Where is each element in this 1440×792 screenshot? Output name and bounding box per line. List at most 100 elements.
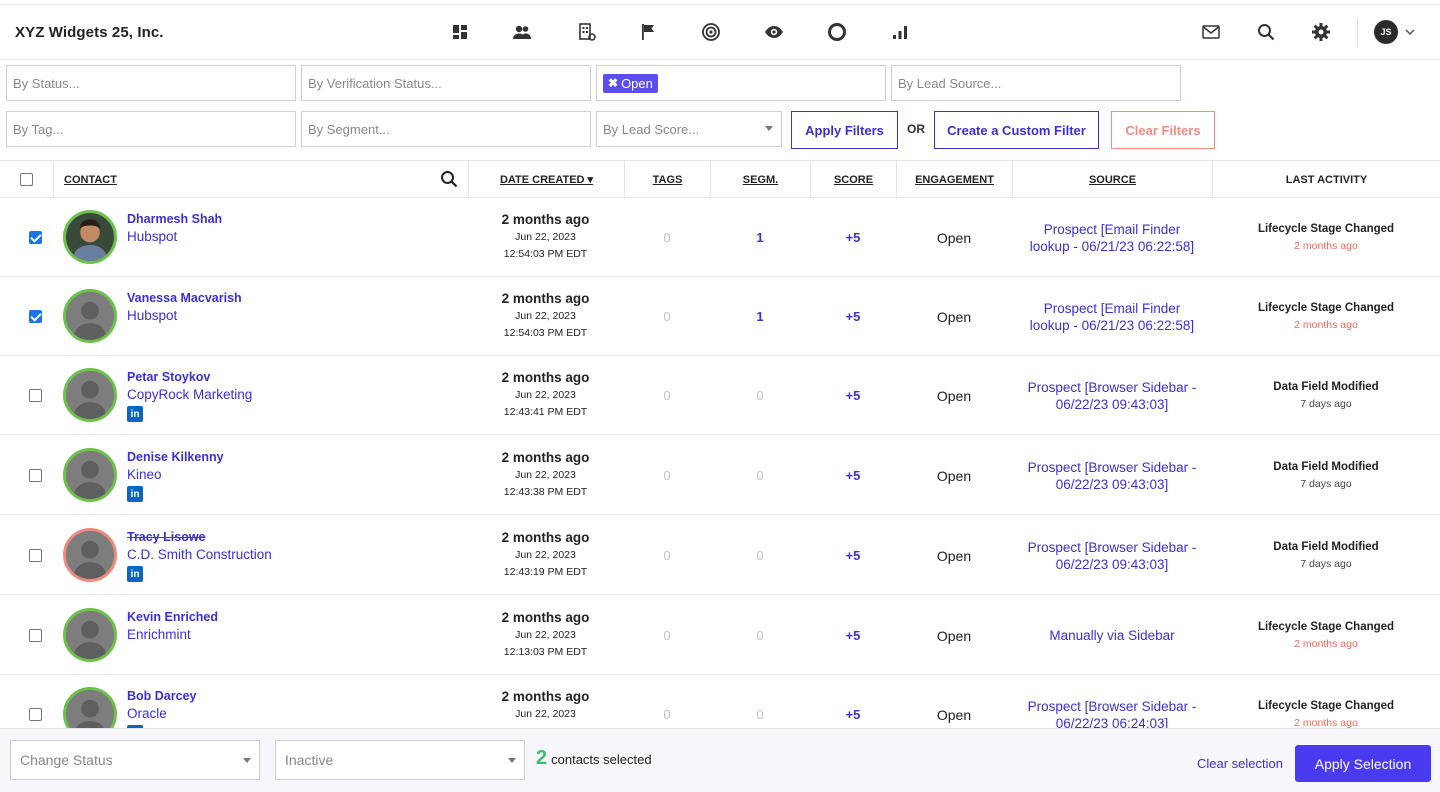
reports-bar-icon[interactable] (887, 19, 913, 45)
tag-filter-input[interactable]: By Tag... (6, 111, 296, 147)
avatar[interactable] (63, 607, 117, 662)
avatar[interactable] (63, 527, 117, 582)
contact-header[interactable]: CONTACT (53, 161, 468, 198)
table-row[interactable]: Bob DarceyOraclein2 months agoJun 22, 20… (0, 675, 1440, 741)
avatar[interactable] (63, 209, 117, 264)
target-icon[interactable] (698, 19, 724, 45)
verification-filter-input[interactable]: By Verification Status... (301, 65, 591, 101)
source-line-2[interactable]: 06/22/23 09:43:03] (1056, 476, 1169, 493)
contact-company-link[interactable]: CopyRock Marketing (127, 387, 252, 402)
avatar[interactable] (63, 288, 117, 343)
score-cell[interactable]: +5 (810, 436, 896, 515)
row-checkbox[interactable] (28, 310, 42, 323)
source-header[interactable]: SOURCE (1012, 161, 1212, 198)
open-filter-chip[interactable]: ✖ Open (603, 73, 658, 93)
search-icon[interactable] (1253, 19, 1279, 45)
source-line-2[interactable]: 06/22/23 09:43:03] (1056, 556, 1169, 573)
source-line-1[interactable]: Prospect [Browser Sidebar - (1028, 539, 1197, 556)
engagement-filter-input[interactable]: ✖ Open (596, 65, 886, 101)
contact-company-link[interactable]: Hubspot (127, 308, 177, 323)
source-cell[interactable]: Prospect [Email Finder lookup - 06/21/23 … (1012, 198, 1212, 277)
visitors-eye-icon[interactable] (761, 19, 787, 45)
table-row[interactable]: Kevin Enriched Enrichmint 2 months ago Jun … (0, 596, 1440, 675)
contact-name-link[interactable]: Petar Stoykov (127, 370, 210, 384)
create-custom-filter-button[interactable]: Create a Custom Filter (934, 111, 1099, 149)
change-status-select[interactable]: Change Status (10, 740, 260, 780)
tags-header[interactable]: TAGS (624, 161, 710, 198)
companies-icon[interactable] (574, 19, 600, 45)
select-all-checkbox[interactable] (20, 173, 33, 186)
source-line-1[interactable]: Prospect [Email Finder (1044, 300, 1181, 317)
source-cell[interactable]: Prospect [Browser Sidebar -06/22/23 09:4… (1012, 516, 1212, 595)
table-row[interactable]: Dharmesh Shah Hubspot 2 months ago Jun 22, … (0, 198, 1440, 277)
mail-icon[interactable] (1198, 19, 1224, 45)
row-checkbox[interactable] (28, 629, 42, 642)
source-cell[interactable]: Prospect [Browser Sidebar -06/22/23 09:4… (1012, 436, 1212, 515)
date-created-header[interactable]: DATE CREATED ▾ (468, 161, 624, 198)
source-line-1[interactable]: Prospect [Email Finder (1044, 221, 1181, 238)
dashboard-icon[interactable] (447, 19, 473, 45)
contact-company-link[interactable]: C.D. Smith Construction (127, 547, 272, 562)
source-line-1[interactable]: Prospect [Browser Sidebar - (1028, 698, 1197, 715)
score-cell[interactable]: +5 (810, 516, 896, 595)
contact-name-link[interactable]: Tracy Lisowe (127, 530, 206, 544)
campaigns-flag-icon[interactable] (635, 19, 661, 45)
source-line-2[interactable]: lookup - 06/21/23 06:22:58] (1030, 317, 1194, 334)
linkedin-icon[interactable]: in (127, 486, 143, 502)
engagement-header[interactable]: ENGAGEMENT (896, 161, 1012, 198)
row-checkbox[interactable] (28, 469, 42, 482)
table-row[interactable]: Petar Stoykov CopyRock Marketing in 2 month… (0, 356, 1440, 435)
circle-icon[interactable] (824, 19, 850, 45)
source-cell[interactable]: Prospect [Browser Sidebar -06/22/23 09:4… (1012, 356, 1212, 435)
avatar[interactable] (63, 447, 117, 502)
chevron-down-icon[interactable] (1403, 25, 1417, 39)
table-row[interactable]: Denise Kilkenny Kineo in 2 months ago Jun 22… (0, 436, 1440, 515)
close-icon[interactable]: ✖ (608, 76, 618, 90)
table-row[interactable]: Vanessa Macvarish Hubspot 2 months ago Jun … (0, 277, 1440, 356)
source-cell[interactable]: Manually via Sidebar (1012, 596, 1212, 675)
contact-company-link[interactable]: Kineo (127, 467, 162, 482)
linkedin-icon[interactable]: in (127, 406, 143, 422)
contact-search-icon[interactable] (439, 169, 459, 189)
segments-cell[interactable]: 1 (710, 277, 810, 356)
score-header[interactable]: SCORE (810, 161, 896, 198)
source-cell[interactable]: Prospect [Email Finder lookup - 06/21/23 … (1012, 277, 1212, 356)
row-checkbox[interactable] (28, 389, 42, 402)
apply-filters-button[interactable]: Apply Filters (791, 111, 898, 149)
score-cell[interactable]: +5 (810, 356, 896, 435)
contact-name-link[interactable]: Dharmesh Shah (127, 212, 222, 226)
contact-name-link[interactable]: Vanessa Macvarish (127, 291, 242, 305)
contact-name-link[interactable]: Kevin Enriched (127, 610, 218, 624)
lead-score-select[interactable]: By Lead Score... (596, 111, 782, 147)
row-checkbox[interactable] (28, 231, 42, 244)
score-cell[interactable]: +5 (810, 198, 896, 277)
clear-selection-link[interactable]: Clear selection (1197, 756, 1283, 771)
source-line-1[interactable]: Prospect [Browser Sidebar - (1028, 459, 1197, 476)
segments-cell[interactable]: 1 (710, 198, 810, 277)
row-checkbox[interactable] (28, 708, 42, 721)
segm-header[interactable]: SEGM. (710, 161, 810, 198)
avatar[interactable] (63, 367, 117, 422)
contact-company-link[interactable]: Oracle (127, 706, 167, 721)
clear-filters-button[interactable]: Clear Filters (1111, 111, 1215, 149)
contact-company-link[interactable]: Enrichmint (127, 627, 191, 642)
source-line-1[interactable]: Prospect [Browser Sidebar - (1028, 379, 1197, 396)
status-filter-input[interactable]: By Status... (6, 65, 296, 101)
contact-company-link[interactable]: Hubspot (127, 229, 177, 244)
score-cell[interactable]: +5 (810, 277, 896, 356)
table-row[interactable]: Tracy Lisowe C.D. Smith Construction in 2 m… (0, 516, 1440, 595)
source-line-2[interactable]: 06/22/23 09:43:03] (1056, 396, 1169, 413)
lead-source-filter-input[interactable]: By Lead Source... (891, 65, 1181, 101)
contact-name-link[interactable]: Denise Kilkenny (127, 450, 224, 464)
apply-selection-button[interactable]: Apply Selection (1295, 745, 1431, 782)
contacts-icon[interactable] (509, 19, 535, 45)
gear-icon[interactable] (1308, 19, 1334, 45)
segment-filter-input[interactable]: By Segment... (301, 111, 591, 147)
source-line-2[interactable]: lookup - 06/21/23 06:22:58] (1030, 238, 1194, 255)
linkedin-icon[interactable]: in (127, 566, 143, 582)
status-value-select[interactable]: Inactive (275, 740, 525, 780)
row-checkbox[interactable] (28, 549, 42, 562)
user-avatar[interactable]: JS (1374, 20, 1398, 44)
contact-name-link[interactable]: Bob Darcey (127, 689, 196, 703)
source-line-1[interactable]: Manually via Sidebar (1049, 627, 1174, 644)
